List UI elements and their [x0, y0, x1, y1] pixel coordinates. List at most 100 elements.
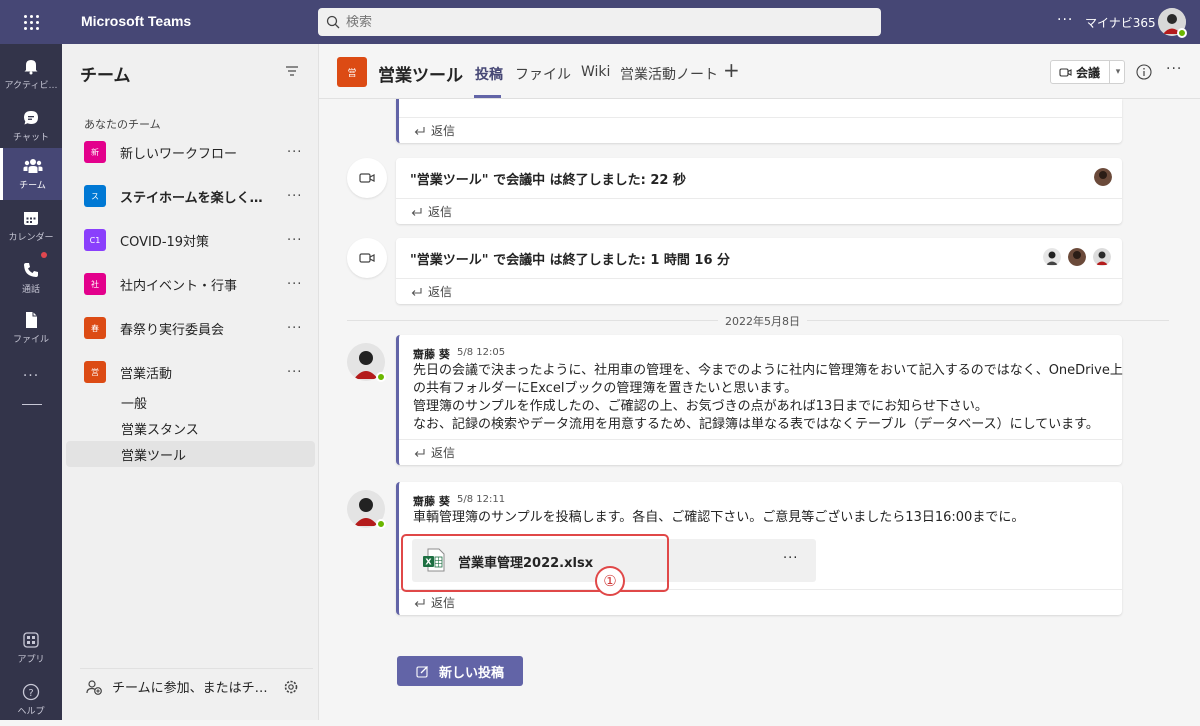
- search-box[interactable]: [318, 8, 881, 36]
- channel-header: 営 営業ツール 投稿 ファイル Wiki 営業活動ノート + 会議 ▾ ···: [319, 44, 1200, 99]
- callout-number: ①: [595, 566, 625, 596]
- rail-label: 通話: [21, 285, 40, 295]
- join-team-label: チームに参加、またはチ…: [112, 681, 267, 696]
- channel-item[interactable]: 一般: [66, 389, 315, 415]
- post-time: 5/8 12:11: [457, 494, 506, 505]
- reply-label: 返信: [431, 446, 456, 460]
- file-icon: [26, 312, 37, 328]
- post-author[interactable]: 齋藤 葵: [413, 346, 450, 362]
- rail-label: ヘルプ: [17, 707, 45, 717]
- meet-button[interactable]: 会議 ▾: [1050, 60, 1125, 84]
- post-time: 5/8 12:05: [457, 347, 506, 358]
- reply-button[interactable]: 返信: [396, 278, 1122, 304]
- compose-icon: [416, 665, 428, 678]
- waffle-icon: [23, 14, 39, 30]
- presence-available-icon: [376, 372, 386, 382]
- meeting-card[interactable]: "営業ツール" で会議中 は終了しました: 22 秒 返信: [396, 158, 1122, 224]
- date-divider: 2022年5月8日: [718, 313, 807, 329]
- channel-item-active[interactable]: 営業ツール: [66, 441, 315, 467]
- tab-files[interactable]: ファイル: [515, 64, 571, 84]
- team-item[interactable]: ス ステイホームを楽しく… ···: [66, 176, 315, 216]
- rail-files[interactable]: ファイル: [0, 302, 62, 354]
- team-tile: 新: [84, 141, 106, 163]
- participant-avatar[interactable]: [1093, 248, 1111, 266]
- team-item[interactable]: C1 COVID-19対策 ···: [66, 220, 315, 260]
- apps-icon: [23, 632, 39, 648]
- reply-label: 返信: [431, 124, 456, 138]
- filter-icon[interactable]: [285, 64, 299, 78]
- team-tile: 営: [84, 361, 106, 383]
- post-body-line: 車輌管理簿のサンプルを投稿します。各自、ご確認下さい。ご意見等ございましたら13…: [413, 510, 1025, 525]
- meeting-card[interactable]: "営業ツール" で会議中 は終了しました: 1 時間 16 分 返信: [396, 238, 1122, 304]
- reply-button[interactable]: 返信: [399, 117, 1122, 143]
- team-item[interactable]: 春 春祭り実行委員会 ···: [66, 308, 315, 348]
- file-more-button[interactable]: ···: [783, 551, 798, 566]
- chevron-down-icon[interactable]: ▾: [1109, 61, 1126, 83]
- rail-label: ファイル: [12, 335, 49, 345]
- new-post-label: 新しい投稿: [438, 665, 504, 681]
- notification-dot: [41, 252, 47, 258]
- team-tile: C1: [84, 229, 106, 251]
- post-body-line: 先日の会議で決まったように、社用車の管理を、今までのように社内に管理簿をおいて記…: [413, 363, 1123, 378]
- rail-label: チャット: [13, 133, 49, 143]
- rail-teams[interactable]: チーム: [0, 148, 62, 200]
- rail-calls[interactable]: 通話: [0, 252, 62, 304]
- reply-button[interactable]: 返信: [399, 589, 1122, 615]
- participant-avatar[interactable]: [1043, 248, 1061, 266]
- channel-more-button[interactable]: ···: [1166, 61, 1182, 77]
- svg-text:?: ?: [28, 688, 33, 699]
- team-name: ステイホームを楽しく…: [120, 190, 263, 206]
- team-name: 営業活動: [120, 366, 173, 382]
- tab-wiki[interactable]: Wiki: [581, 64, 610, 80]
- meeting-badge: [347, 158, 387, 198]
- post-author[interactable]: 齋藤 葵: [413, 493, 450, 509]
- meeting-ended-text: "営業ツール" で会議中 は終了しました: 1 時間 16 分: [410, 253, 731, 268]
- reply-icon: [414, 598, 425, 607]
- app-title: Microsoft Teams: [81, 13, 192, 29]
- reply-button[interactable]: 返信: [399, 439, 1122, 465]
- app-launcher-button[interactable]: [0, 0, 62, 44]
- rail-activity[interactable]: アクティビ…: [0, 48, 62, 100]
- reply-icon: [411, 287, 422, 296]
- tab-posts[interactable]: 投稿: [475, 64, 503, 84]
- rail-calendar[interactable]: カレンダー: [0, 200, 62, 252]
- add-tab-button[interactable]: +: [723, 58, 740, 82]
- rail-apps[interactable]: アプリ: [0, 622, 62, 674]
- team-item[interactable]: 営 営業活動 ···: [66, 352, 315, 392]
- reply-button[interactable]: 返信: [396, 198, 1122, 224]
- rail-chat[interactable]: チャット: [0, 100, 62, 152]
- channel-item[interactable]: 営業スタンス: [66, 415, 315, 441]
- more-options-button[interactable]: ···: [1057, 12, 1073, 28]
- tab-sales-notes[interactable]: 営業活動ノート: [620, 64, 718, 84]
- gear-icon[interactable]: [283, 679, 299, 695]
- team-item[interactable]: 社 社内イベント・行事 ···: [66, 264, 315, 304]
- org-name[interactable]: マイナビ365: [1085, 14, 1156, 31]
- team-name: 春祭り実行委員会: [120, 322, 225, 338]
- app-rail: アクティビ… チャット チーム カレンダー 通話 ファイル ··· アプリ ? …: [0, 44, 62, 720]
- team-more-button[interactable]: ···: [287, 321, 302, 336]
- channel-team-tile: 営: [337, 57, 367, 87]
- rail-help[interactable]: ? ヘルプ: [0, 674, 62, 726]
- team-more-button[interactable]: ···: [287, 365, 302, 380]
- team-item[interactable]: 新 新しいワークフロー ···: [66, 132, 315, 172]
- reply-label: 返信: [428, 205, 453, 219]
- teams-panel: チーム あなたのチーム 新 新しいワークフロー ··· ス ステイホームを楽しく…: [62, 44, 319, 720]
- rail-more-apps[interactable]: ···: [0, 350, 62, 402]
- add-people-icon: [86, 679, 102, 695]
- new-post-button[interactable]: 新しい投稿: [397, 656, 523, 686]
- info-icon[interactable]: [1136, 64, 1152, 80]
- reply-icon: [411, 207, 422, 216]
- participant-avatar[interactable]: [1094, 168, 1112, 186]
- rail-label: チーム: [19, 181, 46, 191]
- join-team-row[interactable]: チームに参加、またはチ…: [80, 668, 313, 704]
- team-more-button[interactable]: ···: [287, 189, 302, 204]
- team-name: COVID-19対策: [120, 234, 210, 250]
- teams-icon: [23, 159, 42, 173]
- search-input[interactable]: [346, 14, 846, 30]
- team-more-button[interactable]: ···: [287, 145, 302, 160]
- team-more-button[interactable]: ···: [287, 233, 302, 248]
- team-more-button[interactable]: ···: [287, 277, 302, 292]
- post-body-line: の共有フォルダーにExcelブックの管理簿を置きたいと思います。: [413, 381, 798, 396]
- participant-avatar[interactable]: [1068, 248, 1086, 266]
- meet-label: 会議: [1076, 65, 1101, 80]
